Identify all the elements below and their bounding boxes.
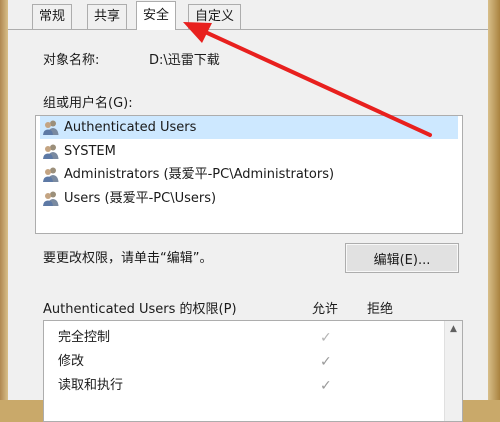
object-name-label: 对象名称: bbox=[43, 53, 100, 68]
permissions-scrollbar[interactable]: ▲ bbox=[444, 321, 462, 421]
permission-row-full-control: 完全控制 ✓ bbox=[44, 326, 444, 350]
permission-name: 完全控制 bbox=[58, 330, 111, 345]
change-permissions-hint: 要更改权限，请单击“编辑”。 bbox=[43, 251, 213, 266]
user-group-icon bbox=[43, 191, 59, 206]
list-item-label: Authenticated Users bbox=[64, 120, 197, 135]
permissions-title: Authenticated Users 的权限(P) bbox=[43, 302, 237, 317]
group-user-list[interactable]: Authenticated Users SYSTEM Administrator… bbox=[35, 115, 463, 234]
deny-column-header: 拒绝 bbox=[367, 302, 394, 317]
scroll-up-arrow-icon[interactable]: ▲ bbox=[445, 321, 462, 338]
allow-check-icon: ✓ bbox=[320, 330, 332, 346]
permissions-list[interactable]: 完全控制 ✓ 修改 ✓ 读取和执行 ✓ ▲ bbox=[43, 320, 463, 422]
tab-security[interactable]: 安全 bbox=[136, 1, 177, 30]
list-item-authenticated-users[interactable]: Authenticated Users bbox=[40, 116, 458, 139]
groups-label: 组或用户名(G): bbox=[43, 96, 133, 111]
tab-sharing[interactable]: 共享 bbox=[87, 4, 128, 29]
allow-check-icon: ✓ bbox=[320, 378, 332, 394]
deny-cell bbox=[380, 350, 394, 374]
user-group-icon bbox=[43, 120, 59, 135]
permission-row-modify: 修改 ✓ bbox=[44, 350, 444, 374]
object-name-value: D:\迅雷下载 bbox=[149, 53, 220, 68]
tab-customize[interactable]: 自定义 bbox=[188, 4, 242, 29]
list-item-system[interactable]: SYSTEM bbox=[40, 140, 458, 163]
permission-row-read-execute: 读取和执行 ✓ bbox=[44, 374, 444, 398]
desktop-edge-left bbox=[0, 0, 8, 400]
edit-button[interactable]: 编辑(E)... bbox=[345, 243, 459, 273]
list-item-label: SYSTEM bbox=[64, 144, 116, 159]
list-item-label: Administrators (聂爱平-PC\Administrators) bbox=[64, 167, 335, 182]
user-group-icon bbox=[43, 144, 59, 159]
user-group-icon bbox=[43, 167, 59, 182]
desktop-edge-right bbox=[488, 0, 500, 400]
list-item-administrators[interactable]: Administrators (聂爱平-PC\Administrators) bbox=[40, 163, 458, 186]
tab-strip: 常规 共享 安全 自定义 bbox=[8, 0, 488, 30]
permission-name: 修改 bbox=[58, 354, 85, 369]
deny-cell bbox=[380, 374, 394, 398]
list-item-users[interactable]: Users (聂爱平-PC\Users) bbox=[40, 187, 458, 210]
allow-column-header: 允许 bbox=[312, 302, 339, 317]
permission-name: 读取和执行 bbox=[58, 378, 124, 393]
list-item-label: Users (聂爱平-PC\Users) bbox=[64, 191, 217, 206]
deny-cell bbox=[380, 326, 394, 350]
allow-check-icon: ✓ bbox=[320, 354, 332, 370]
tab-general[interactable]: 常规 bbox=[32, 4, 73, 29]
